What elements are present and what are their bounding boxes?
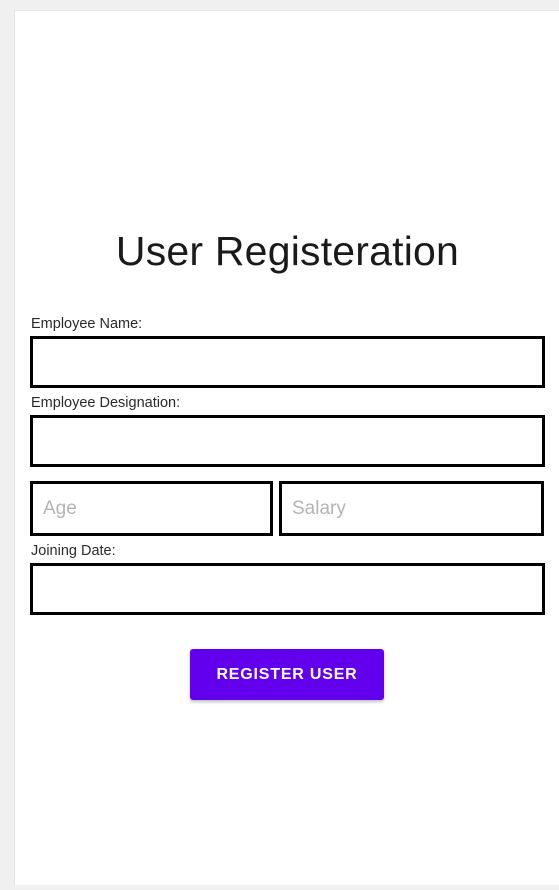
joining-date-label: Joining Date: <box>31 543 116 559</box>
register-user-button[interactable]: REGISTER USER <box>190 649 384 700</box>
employee-name-input[interactable] <box>30 336 545 388</box>
employee-designation-label: Employee Designation: <box>31 395 181 411</box>
salary-input[interactable] <box>279 481 544 536</box>
joining-date-input[interactable] <box>30 563 545 615</box>
employee-designation-input[interactable] <box>30 415 545 467</box>
age-input[interactable] <box>30 481 273 536</box>
employee-name-label: Employee Name: <box>31 316 143 332</box>
page-title: User Registeration <box>115 228 460 274</box>
